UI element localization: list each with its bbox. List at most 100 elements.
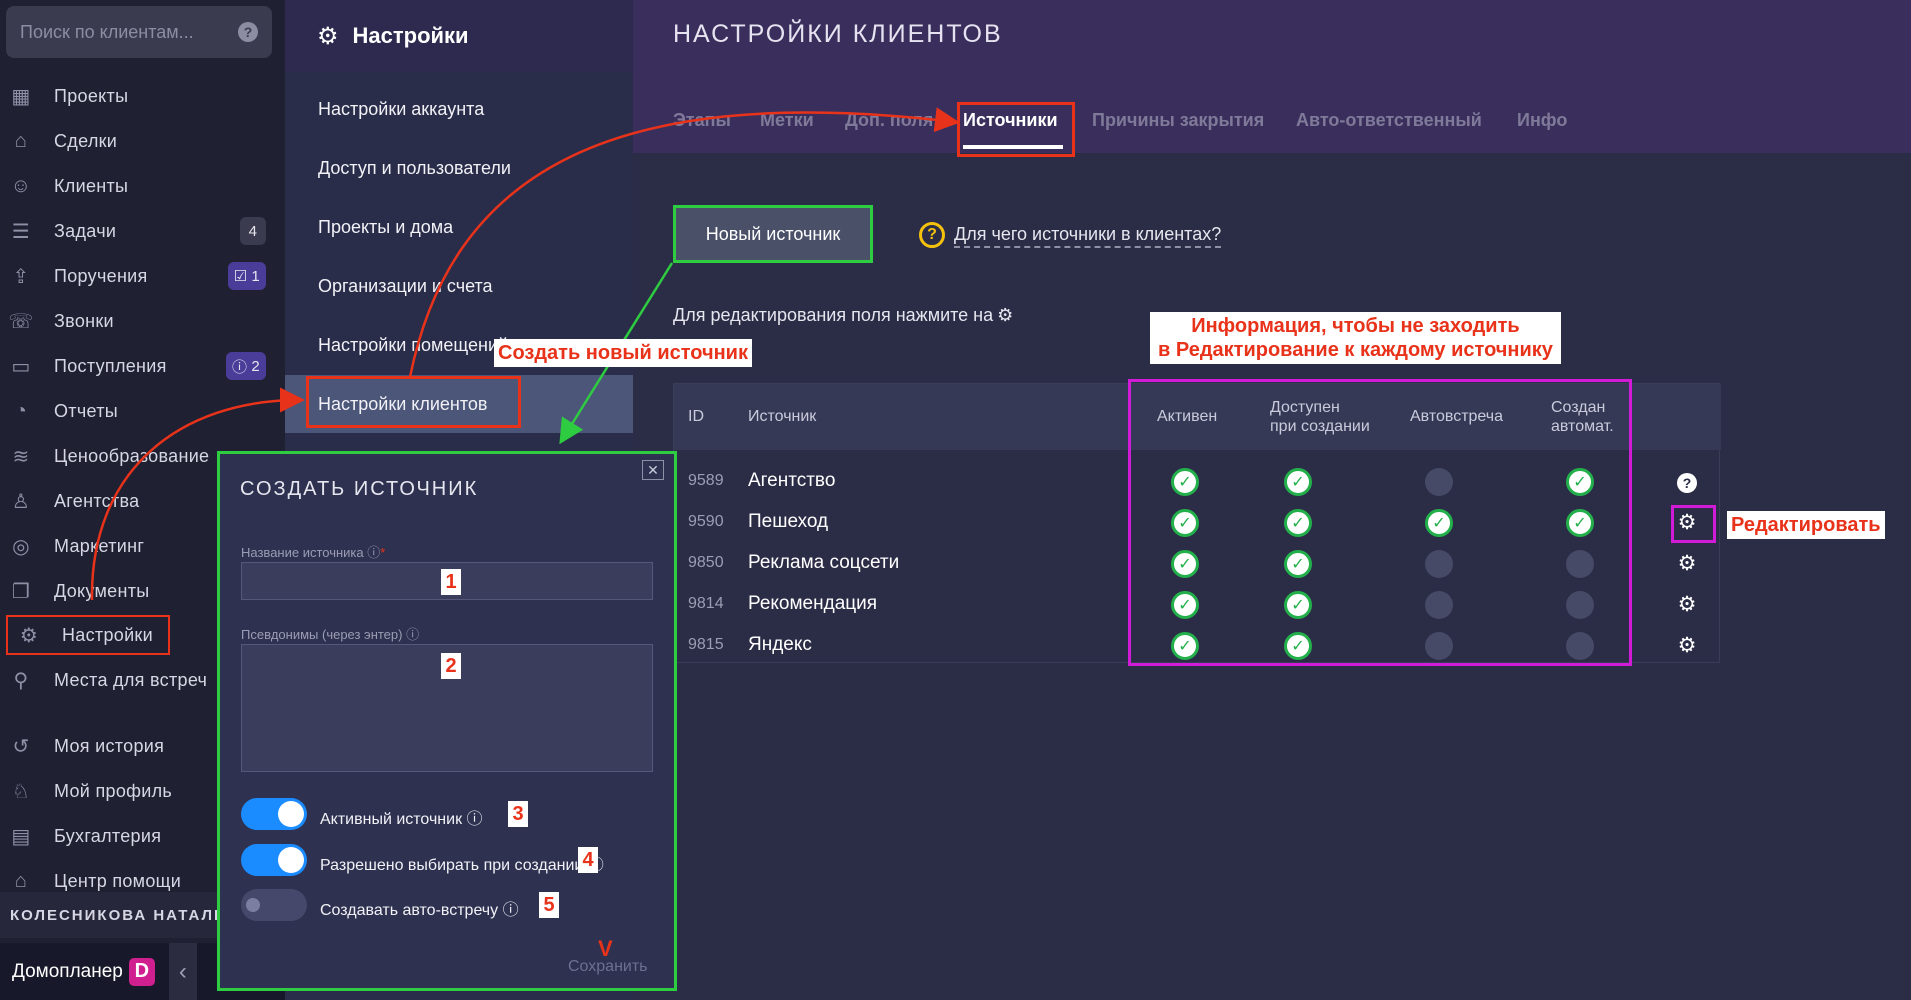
collapse-sidebar-icon[interactable]: ‹ xyxy=(168,943,197,1000)
sidebar-item-label: Задачи xyxy=(54,220,117,241)
cell-source-name: Реклама соцсети xyxy=(748,552,900,573)
annotation-box-tab xyxy=(957,102,1075,157)
cell-id: 9589 xyxy=(688,472,724,489)
badge-count: 1 xyxy=(251,267,260,285)
cell-id: 9815 xyxy=(688,636,724,653)
search-help-icon[interactable]: ? xyxy=(238,22,258,42)
toggle-label: Активный источник ⓘ xyxy=(320,805,483,829)
sidebar-item-label: Сделки xyxy=(54,130,118,151)
aliases-label-text: Псевдонимы (через энтер) xyxy=(241,627,403,642)
toggle-switch[interactable] xyxy=(241,889,307,921)
edit-gear-icon[interactable]: ⚙ xyxy=(1674,550,1700,576)
sidebar-item-assignments[interactable]: ⇪ Поручения ☑ 1 xyxy=(0,256,280,296)
annotation-box-info-columns xyxy=(1128,379,1632,666)
required-mark: * xyxy=(380,545,386,560)
count-badge: 4 xyxy=(240,217,266,245)
tab-2[interactable]: Метки xyxy=(760,110,814,131)
documents-icon: ❐ xyxy=(11,580,31,603)
sidebar-item-tasks[interactable]: ☰ Задачи 4 xyxy=(0,211,280,251)
edit-gear-icon[interactable]: ⚙ xyxy=(1674,632,1700,658)
sidebar-item-label: Проекты xyxy=(54,85,129,106)
create-source-modal: ✕ СОЗДАТЬ ИСТОЧНИК Название источника ⓘ*… xyxy=(217,451,677,991)
reports-icon: ◔ xyxy=(14,399,28,422)
toggle-label-text: Активный источник xyxy=(320,811,463,828)
aliases-label: Псевдонимы (через энтер) ⓘ xyxy=(241,624,419,643)
settings-icon: ⚙ xyxy=(19,624,39,647)
marker-2: 2 xyxy=(441,653,461,679)
toggle-label: Создавать авто-встречу ⓘ xyxy=(320,896,519,920)
meeting-places-icon: ⚲ xyxy=(13,669,29,692)
assignments-icon: ⇪ xyxy=(12,265,30,288)
sidebar-item-projects[interactable]: ▦ Проекты xyxy=(0,76,280,116)
annotation-box-edit xyxy=(1671,505,1716,543)
income-icon: ▭ xyxy=(11,355,31,378)
settings-menu-item[interactable]: Доступ и пользователи xyxy=(285,139,633,197)
toggle-switch[interactable] xyxy=(241,798,307,830)
brand-logo: D xyxy=(128,957,155,986)
help-circle-icon[interactable]: ? xyxy=(1677,473,1697,493)
badge-icon: ☑ xyxy=(233,268,248,285)
tab-7[interactable]: Инфо xyxy=(1517,110,1567,131)
badge-count: 2 xyxy=(251,357,260,375)
sidebar-item-label: Клиенты xyxy=(54,175,129,196)
why-sources-link[interactable]: Для чего источники в клиентах? xyxy=(954,224,1222,248)
new-source-button[interactable]: Новый источник xyxy=(673,205,873,263)
settings-menu-title: Настройки xyxy=(352,23,469,48)
cell-source-name: Пешеход xyxy=(748,511,829,532)
accounting-icon: ▤ xyxy=(11,825,31,848)
cell-source-name: Яндекс xyxy=(748,634,812,655)
annotation-create-new: Создать новый источник xyxy=(494,339,752,367)
tab-1[interactable]: Этапы xyxy=(673,110,731,131)
tab-3[interactable]: Доп. поля xyxy=(845,110,933,131)
sidebar-item-deals[interactable]: ⌂ Сделки xyxy=(0,121,280,161)
settings-menu-header: ⚙ Настройки xyxy=(285,0,633,72)
cell-source-name: Рекомендация xyxy=(748,593,878,614)
badge-count: 4 xyxy=(248,222,258,240)
client-search[interactable]: Поиск по клиентам... ? xyxy=(6,6,272,58)
cell-id: 9814 xyxy=(688,595,724,612)
agencies-icon: ♙ xyxy=(11,490,31,513)
sidebar-item-label: Поступления xyxy=(54,355,167,376)
cell-id: 9590 xyxy=(688,513,724,530)
sidebar-item-label: Отчеты xyxy=(54,400,119,421)
settings-menu-item[interactable]: Проекты и дома xyxy=(285,198,633,256)
help-center-icon: ⌂ xyxy=(14,869,28,892)
history-icon: ↺ xyxy=(12,735,30,758)
tab-6[interactable]: Авто-ответственный xyxy=(1296,110,1482,131)
sidebar-item-settings[interactable]: ⚙ Настройки xyxy=(6,615,170,655)
profile-icon: ♘ xyxy=(11,780,31,803)
search-input[interactable]: Поиск по клиентам... xyxy=(20,22,238,43)
badge-icon: ⓘ xyxy=(232,358,248,376)
help-circle-icon[interactable]: ? xyxy=(919,222,945,248)
settings-menu-item[interactable]: Настройки аккаунта xyxy=(285,80,633,138)
info-icon: ⓘ xyxy=(498,902,519,919)
marker-1: 1 xyxy=(441,569,461,595)
tab-5[interactable]: Причины закрытия xyxy=(1092,110,1264,131)
save-button[interactable]: Сохранить xyxy=(568,958,648,976)
marker-4: 4 xyxy=(578,847,598,873)
toggle-switch[interactable] xyxy=(241,844,307,876)
clients-icon: ☺ xyxy=(10,174,32,197)
sidebar-item-reports[interactable]: ◔ Отчеты xyxy=(0,391,280,431)
close-icon[interactable]: ✕ xyxy=(642,460,664,480)
annotation-edit: Редактировать xyxy=(1727,511,1885,539)
toggle-label-text: Разрешено выбирать при создании xyxy=(320,857,584,874)
toggle-label: Разрешено выбирать при создании ⓘ xyxy=(320,851,604,875)
sidebar-item-label: Настройки xyxy=(62,624,153,645)
sidebar-item-calls[interactable]: ☏ Звонки xyxy=(0,301,280,341)
settings-menu-item[interactable]: Организации и счета xyxy=(285,257,633,315)
annotation-info-line1: Информация, чтобы не заходить xyxy=(1191,315,1520,337)
info-icon: ⓘ xyxy=(406,627,420,642)
sidebar-item-clients[interactable]: ☺ Клиенты xyxy=(0,166,280,206)
header-id: ID xyxy=(688,408,704,426)
projects-icon: ▦ xyxy=(11,85,31,108)
edit-hint-text: Для редактирования поля нажмите на xyxy=(673,305,994,325)
modal-title: СОЗДАТЬ ИСТОЧНИК xyxy=(240,478,479,500)
sidebar-item-income[interactable]: ▭ Поступления ⓘ 2 xyxy=(0,346,280,386)
main-header: НАСТРОЙКИ КЛИЕНТОВ Этапы Метки Доп. поля Ис… xyxy=(633,0,1911,153)
marker-5: 5 xyxy=(539,892,559,918)
pricing-icon: ≋ xyxy=(12,445,30,468)
brand-name: Домопланер xyxy=(12,960,123,982)
tasks-icon: ☰ xyxy=(11,220,31,243)
edit-gear-icon[interactable]: ⚙ xyxy=(1674,591,1700,617)
